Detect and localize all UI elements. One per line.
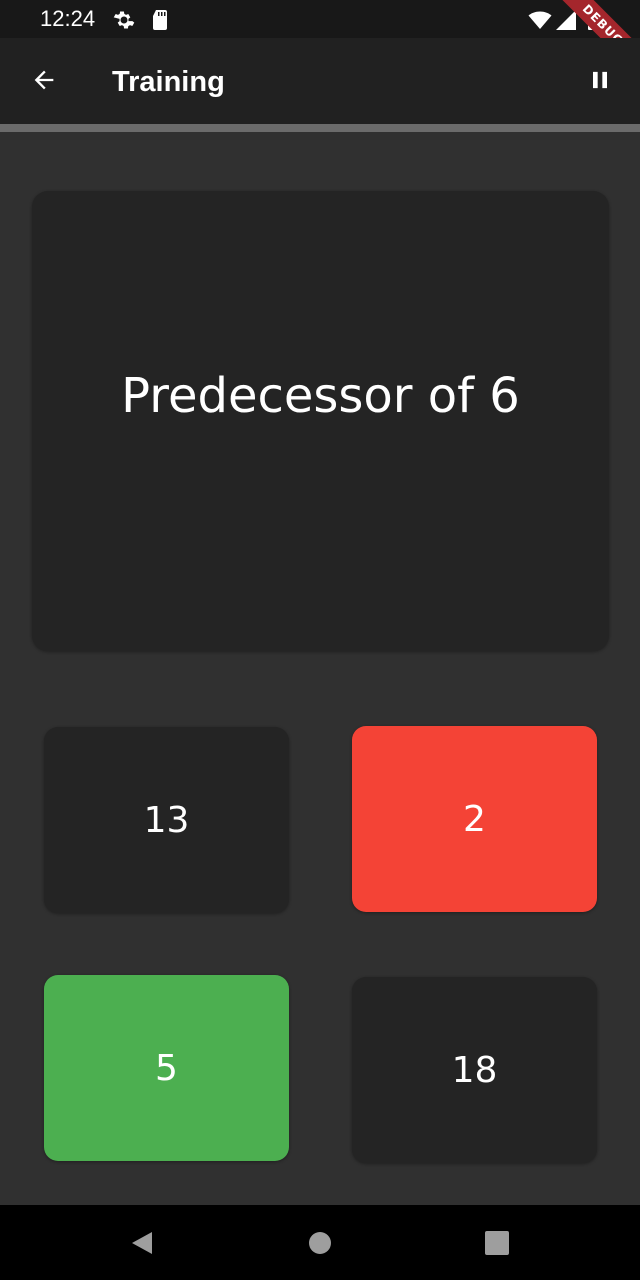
pause-icon <box>586 66 614 99</box>
status-time: 12:24 <box>40 6 96 31</box>
app-bar: Training <box>0 38 640 124</box>
wifi-icon <box>528 8 552 32</box>
answer-label: 2 <box>463 798 486 840</box>
gear-icon <box>112 8 136 32</box>
pause-button[interactable] <box>578 60 622 104</box>
answer-label: 13 <box>143 799 190 841</box>
recents-square-icon[interactable] <box>484 1230 510 1256</box>
sd-card-icon <box>148 8 172 32</box>
home-circle-icon[interactable] <box>307 1230 333 1256</box>
page-title: Training <box>112 66 225 98</box>
status-bar: 12:24 DEBUG <box>0 0 640 86</box>
answer-button-3[interactable]: 5 <box>44 975 289 1161</box>
progress-bar <box>0 124 640 132</box>
back-arrow-icon <box>30 66 58 99</box>
answer-button-4[interactable]: 18 <box>352 977 597 1163</box>
question-card: Predecessor of 6 <box>32 191 609 651</box>
answer-label: 18 <box>451 1049 498 1091</box>
answer-button-2[interactable]: 2 <box>352 726 597 912</box>
answer-button-1[interactable]: 13 <box>44 727 289 913</box>
navigation-bar <box>0 1205 640 1280</box>
back-button[interactable] <box>22 60 66 104</box>
back-triangle-icon[interactable] <box>128 1230 154 1256</box>
question-text: Predecessor of 6 <box>121 368 520 424</box>
answer-label: 5 <box>155 1047 178 1089</box>
